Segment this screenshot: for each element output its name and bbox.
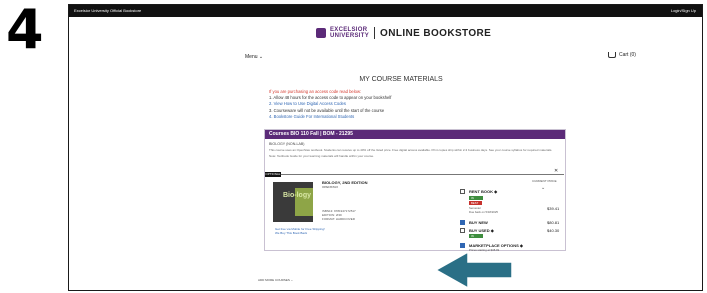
logo-divider [374, 27, 376, 39]
course-header: Courses BIO 110 Fall | BOM - 21295 [265, 130, 565, 139]
optional-divider [281, 174, 564, 175]
arrow-shape [434, 250, 513, 290]
menu-label: Menu [245, 54, 258, 60]
optional-tag: OPTIONAL [265, 172, 281, 177]
university-seal-icon [316, 28, 326, 38]
rent-due-date: Due back on 5/18/2025 [469, 210, 498, 214]
rent-checkbox[interactable] [460, 189, 465, 194]
book-cover-image: Bio-logy [273, 182, 313, 222]
notice-item-link[interactable]: 4. Bookstore Guide For International Stu… [269, 114, 609, 120]
course-note: Note: Textbook Guide for your learning m… [269, 154, 374, 158]
buy-new-checkbox[interactable] [460, 220, 465, 225]
store-logo[interactable]: EXCELSIOR UNIVERSITY ONLINE BOOKSTORE [316, 24, 491, 42]
cart-icon [608, 52, 616, 58]
add-more-courses-link[interactable]: ADD MORE COURSES ⌄ [258, 278, 293, 282]
close-icon[interactable]: ✕ [554, 168, 558, 174]
buy-new-price: $80.81 [547, 220, 560, 225]
rent-price: $39.41 [547, 206, 560, 211]
cart-label: Cart (0) [619, 52, 636, 58]
brand-line-2: UNIVERSITY [330, 33, 370, 39]
site-name: Excelsior University Official Bookstore [74, 8, 142, 13]
marketplace-checkbox[interactable] [460, 243, 465, 248]
course-card: Courses BIO 110 Fall | BOM - 21295 BIOLO… [264, 129, 566, 252]
pointer-arrow-icon [434, 250, 513, 290]
cover-word: Bio-logy [283, 192, 311, 199]
brand-name: EXCELSIOR UNIVERSITY [330, 27, 369, 39]
buy-used-label: BUY USED ◆ [469, 228, 494, 233]
chevron-down-icon[interactable]: ⌄ [541, 185, 545, 191]
cart-link[interactable]: Cart (0) [608, 52, 636, 58]
top-bar: Excelsior University Official Bookstore … [69, 5, 702, 17]
buy-used-price: $40.30 [547, 228, 560, 233]
browser-frame: Excelsior University Official Bookstore … [68, 4, 703, 291]
access-code-notice: If you are purchasing an access code rea… [269, 89, 609, 120]
best-value-badge: BEST VALUE [469, 201, 482, 209]
store-name: ONLINE BOOKSTORE [380, 27, 492, 39]
book-meta: ISBN13: 9781947172517 EDITION: 2ND FORMA… [322, 209, 356, 221]
buy-new-label: BUY NEW [469, 220, 488, 225]
current-price-label: CURRENT PRICE [532, 179, 557, 183]
course-subtitle: BIOLOGY (NON-LAB) [269, 142, 305, 146]
login-link[interactable]: Login/Sign Up [671, 5, 696, 17]
in-stock-badge: IN STOCK [469, 196, 483, 204]
buy-used-checkbox[interactable] [460, 228, 465, 233]
chevron-down-icon: ⌄ [258, 54, 264, 60]
buyback-link[interactable]: We Buy This Book Back [275, 231, 307, 235]
rent-label: RENT BOOK ◆ [469, 189, 498, 194]
menu-toggle[interactable]: Menu ⌄ [245, 54, 263, 60]
step-number: 4 [6, 0, 44, 61]
tutorial-screenshot: 4 Excelsior University Official Bookstor… [0, 0, 707, 293]
book-publisher: OPENSTAX [322, 185, 339, 189]
in-stock-badge: IN STOCK [469, 234, 483, 242]
page-title: MY COURSE MATERIALS [359, 76, 443, 83]
book-format: FORMAT: HARDCOVER [322, 217, 355, 221]
